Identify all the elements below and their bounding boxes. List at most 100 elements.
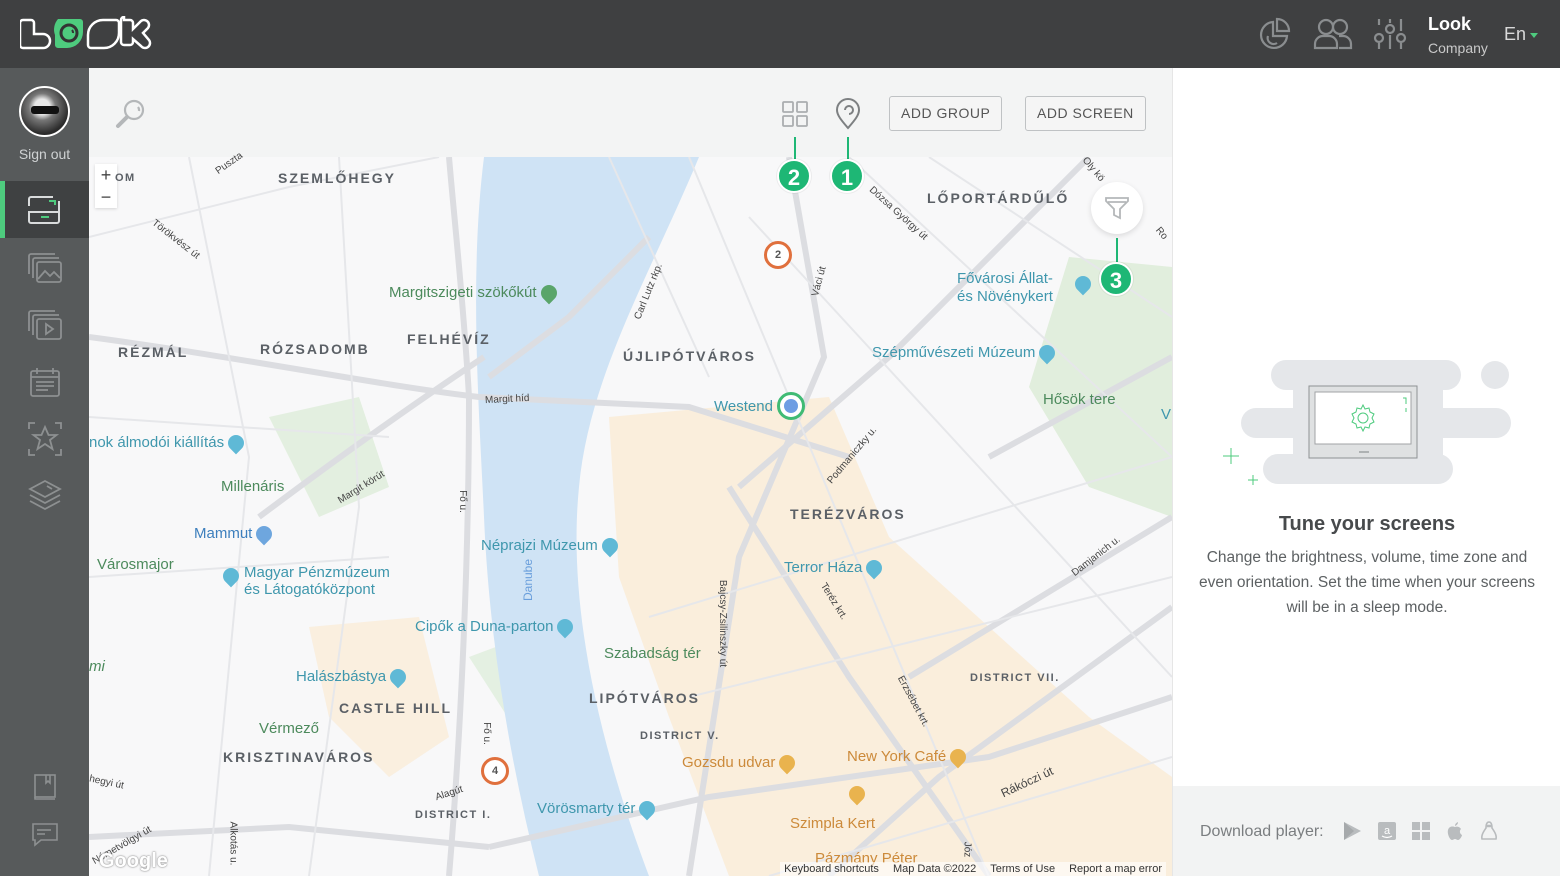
poi-label[interactable]: Millenáris <box>221 478 284 495</box>
callout-line <box>794 137 796 159</box>
report-error-link[interactable]: Report a map error <box>1069 863 1162 875</box>
top-bar: Look Company En <box>0 0 1560 68</box>
district-label: OM <box>115 172 136 184</box>
sidebar-item-videos[interactable] <box>0 296 89 353</box>
info-panel: Tune your screens Change the brightness,… <box>1172 68 1560 876</box>
poi-label: mi <box>89 658 105 675</box>
sidebar-item-schedule[interactable] <box>0 353 89 410</box>
language-selector[interactable]: En <box>1504 24 1539 45</box>
monument-pin-icon <box>554 615 577 639</box>
windows-icon[interactable] <box>1410 820 1432 842</box>
search-icon[interactable] <box>115 98 147 135</box>
avatar[interactable] <box>19 86 70 137</box>
panel-title: Tune your screens <box>1278 513 1456 535</box>
street-label: Alkotás u. <box>227 821 239 866</box>
map-pin-icon[interactable] <box>835 98 861 135</box>
poi-label[interactable]: Vörösmarty tér <box>537 797 659 821</box>
poi-label[interactable]: Néprajzi Múzeum <box>481 534 622 558</box>
poi-label[interactable]: Halászbástya <box>296 665 410 689</box>
street-label: Margit híd <box>484 392 530 407</box>
museum-pin-icon <box>863 556 886 580</box>
add-group-button[interactable]: ADD GROUP <box>889 96 1003 131</box>
street-label: Józ <box>961 841 973 858</box>
poi-label[interactable]: Magyar Pénzmúzeum és Látogatóközpont <box>244 564 390 598</box>
poi-label[interactable]: Városmajor <box>97 556 174 573</box>
sidebar-item-layers[interactable] <box>0 467 89 524</box>
restaurant-pin-icon <box>946 745 970 769</box>
screen-cluster-marker[interactable]: 4 <box>481 757 509 785</box>
sidebar-item-images[interactable] <box>0 239 89 296</box>
shopping-pin-icon <box>253 522 276 546</box>
street-label: Bajcsy-Zsilinszky út <box>717 579 729 668</box>
district-label: LIPÓTVÁROS <box>589 690 701 706</box>
map-data-link[interactable]: Map Data ©2022 <box>893 863 976 875</box>
sidebar-item-screens[interactable] <box>0 181 89 238</box>
poi-label[interactable]: Mammut <box>194 522 276 546</box>
poi-label[interactable]: Fővárosi Állat-és Növénykert <box>957 270 1053 306</box>
image-gallery-icon <box>27 252 62 283</box>
download-player-bar: Download player: a <box>1173 786 1560 876</box>
users-icon[interactable] <box>1313 16 1353 52</box>
layers-icon <box>27 479 62 510</box>
district-label: KRISZTINAVÁROS <box>223 749 375 765</box>
grid-view-icon[interactable] <box>782 101 808 132</box>
screen-cluster-marker[interactable]: 2 <box>764 241 792 269</box>
panel-description: Change the brightness, volume, time zone… <box>1198 549 1536 616</box>
poi-label[interactable]: nok álmodói kiállítás <box>89 431 248 455</box>
zoom-in-button[interactable]: + <box>95 164 117 186</box>
camera-pin-icon <box>386 665 410 689</box>
zoom-out-button[interactable]: − <box>95 186 117 208</box>
poi-label[interactable]: Szimpla Kert <box>790 815 875 832</box>
poi-label[interactable]: Hősök tere <box>1043 391 1116 408</box>
sidebar-item-chat[interactable] <box>0 806 89 863</box>
google-play-icon[interactable] <box>1341 820 1363 842</box>
analytics-pie-icon[interactable] <box>1257 16 1293 52</box>
poi-label[interactable]: Terror Háza <box>784 556 886 580</box>
map-view[interactable]: ADD GROUP ADD SCREEN 2 1 3 + − OM SZEMLŐ… <box>89 68 1172 876</box>
district-label: FELHÉVÍZ <box>407 331 491 347</box>
filter-icon <box>1105 197 1129 220</box>
poi-label[interactable]: Westend <box>714 398 773 415</box>
download-label: Download player: <box>1200 823 1324 840</box>
filter-button[interactable] <box>1091 182 1143 234</box>
keyboard-shortcuts-link[interactable]: Keyboard shortcuts <box>784 863 879 875</box>
poi-label[interactable]: Vérmező <box>259 720 319 737</box>
svg-text:a: a <box>1384 825 1391 837</box>
sign-out-link[interactable]: Sign out <box>0 146 89 162</box>
callout-badge-3: 3 <box>1099 262 1133 296</box>
poi-label[interactable]: Margitszigeti szökőkút <box>389 281 560 305</box>
linux-icon[interactable] <box>1478 820 1500 842</box>
poi-label[interactable]: Gozsdu udvar <box>682 751 799 775</box>
district-label: RÓZSADOMB <box>260 341 370 357</box>
camera-pin-icon <box>636 797 659 821</box>
add-screen-button[interactable]: ADD SCREEN <box>1025 96 1146 131</box>
user-company: Company <box>1428 40 1488 56</box>
google-logo: Google <box>99 850 168 872</box>
terms-link[interactable]: Terms of Use <box>990 863 1055 875</box>
poi-label[interactable]: Cipők a Duna-parton <box>415 615 577 639</box>
map-canvas[interactable] <box>89 157 1172 876</box>
map-toolbar: ADD GROUP ADD SCREEN <box>89 68 1172 157</box>
settings-sliders-icon[interactable] <box>1372 16 1408 52</box>
callout-badge-2: 2 <box>777 159 811 193</box>
district-label: ÚJLIPÓTVÁROS <box>623 348 756 364</box>
look-logo[interactable] <box>18 15 156 55</box>
screen-icon <box>27 195 60 224</box>
district-label: TERÉZVÁROS <box>790 506 906 522</box>
poi-label[interactable]: Szabadság tér <box>604 645 701 662</box>
user-name[interactable]: Look <box>1428 14 1471 35</box>
amazon-icon[interactable]: a <box>1376 820 1398 842</box>
apple-icon[interactable] <box>1444 820 1466 842</box>
poi-label[interactable]: New York Café <box>847 745 970 769</box>
street-label: Fő u. <box>480 722 492 745</box>
caret-down-icon <box>1530 32 1539 38</box>
district-label: DISTRICT V. <box>640 730 720 742</box>
sidebar: Sign out <box>0 68 89 876</box>
poi-label[interactable]: Szépművészeti Múzeum <box>872 341 1059 365</box>
sidebar-item-favorites[interactable] <box>0 410 89 467</box>
district-label: CASTLE HILL <box>339 700 452 716</box>
calendar-icon <box>29 367 60 397</box>
screen-location-marker[interactable] <box>777 392 805 420</box>
callout-line <box>847 137 849 159</box>
museum-pin-icon <box>598 534 622 558</box>
